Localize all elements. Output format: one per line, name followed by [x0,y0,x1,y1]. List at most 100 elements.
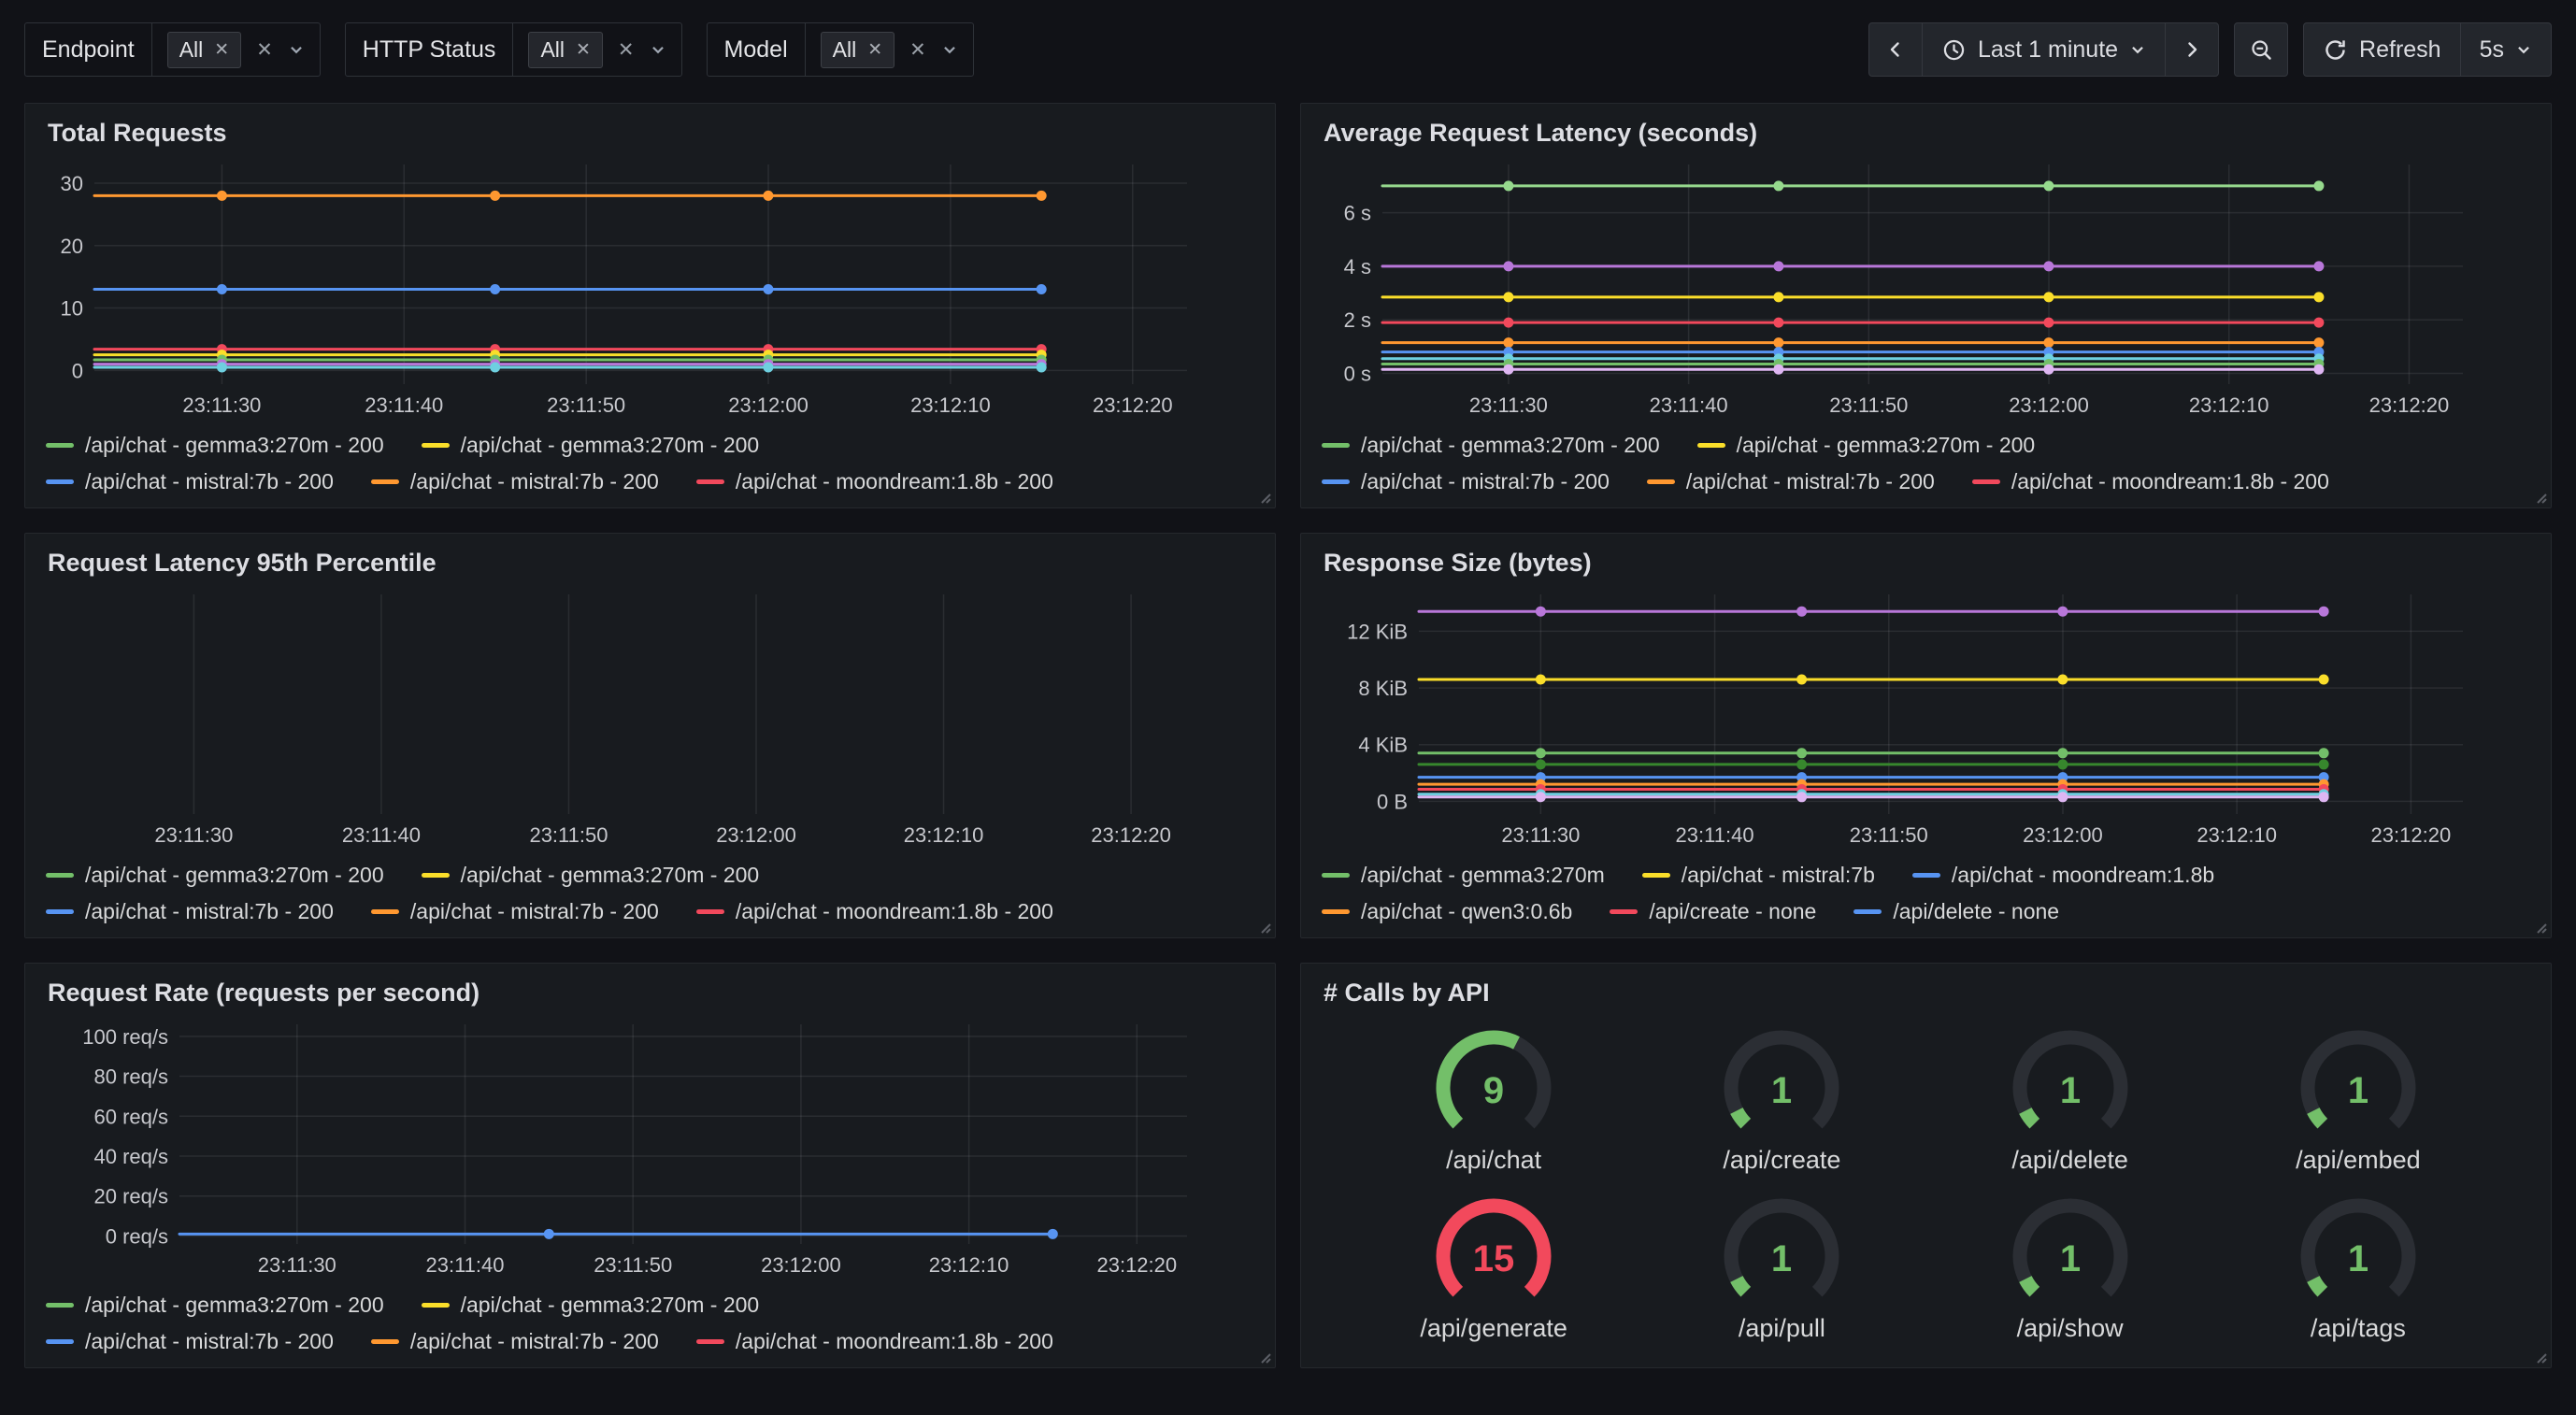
legend-item[interactable]: /api/chat - mistral:7b - 200 [1647,469,1935,494]
svg-text:23:11:40: 23:11:40 [342,823,421,847]
gauge-api-tags[interactable]: 1/api/tags [2279,1196,2438,1343]
clock-icon [1941,37,1967,63]
time-range-picker-button[interactable]: Last 1 minute [1922,22,2166,77]
filter-chip[interactable]: All✕ [528,32,602,68]
gauge-api-pull[interactable]: 1/api/pull [1702,1196,1861,1343]
filter-chip-label: All [179,37,204,63]
panel-resize-handle[interactable] [1255,918,1272,935]
filter-chip[interactable]: All ✕ [821,32,894,68]
refresh-button[interactable]: Refresh [2303,22,2461,77]
filter-value-box[interactable]: All✕✕ [512,23,680,76]
panel-title[interactable]: Average Request Latency (seconds) [1324,119,2530,148]
svg-text:0 req/s: 0 req/s [106,1224,168,1248]
legend-label: /api/chat - gemma3:270m - 200 [461,433,760,458]
panel-title[interactable]: # Calls by API [1324,979,2530,1008]
panel-resize-handle[interactable] [2531,1348,2548,1365]
legend-item[interactable]: /api/delete - none [1853,899,2059,924]
legend-item[interactable]: /api/chat - gemma3:270m - 200 [46,1293,384,1318]
legend-item[interactable]: /api/chat - mistral:7b - 200 [371,469,659,494]
legend-item[interactable]: /api/chat - moondream:1.8b - 200 [696,1329,1053,1354]
caret-down-icon[interactable] [941,41,958,58]
legend-item[interactable]: /api/chat - mistral:7b - 200 [46,1329,334,1354]
chip-remove-icon[interactable]: ✕ [576,41,591,59]
refresh-label: Refresh [2359,36,2441,64]
caret-down-icon[interactable] [650,41,666,58]
panel-title[interactable]: Total Requests [48,119,1254,148]
panel-resize-handle[interactable] [2531,488,2548,505]
legend-item[interactable]: /api/chat - gemma3:270m - 200 [1697,433,2036,458]
legend-item[interactable]: /api/chat - gemma3:270m - 200 [46,863,384,888]
legend-row: /api/chat - mistral:7b - 200/api/chat - … [46,1329,1254,1354]
gauge-api-delete[interactable]: 1/api/delete [1991,1028,2150,1175]
legend-swatch [1322,909,1350,914]
zoom-out-button[interactable] [2234,22,2288,77]
legend-item[interactable]: /api/chat - moondream:1.8b - 200 [696,469,1053,494]
gauge-api-show[interactable]: 1/api/show [1991,1196,2150,1343]
legend-item[interactable]: /api/chat - mistral:7b - 200 [371,1329,659,1354]
filter-clear-icon[interactable]: ✕ [618,40,635,60]
svg-text:60 req/s: 60 req/s [94,1105,169,1128]
filter-chip[interactable]: All ✕ [167,32,241,68]
legend-item[interactable]: /api/chat - mistral:7b - 200 [371,899,659,924]
gauge-arc: 1 [2279,1196,2438,1322]
legend-label: /api/chat - gemma3:270m - 200 [85,433,384,458]
refresh-interval-dropdown[interactable]: 5s [2460,22,2552,77]
panel-title[interactable]: Request Rate (requests per second) [48,979,1254,1008]
filter-clear-icon[interactable]: ✕ [909,40,926,60]
legend-item[interactable]: /api/chat - moondream:1.8b - 200 [1972,469,2329,494]
panel-title[interactable]: Request Latency 95th Percentile [48,549,1254,578]
legend-item[interactable]: /api/chat - gemma3:270m [1322,863,1605,888]
legend-item[interactable]: /api/chat - moondream:1.8b [1912,863,2214,888]
legend-item[interactable]: /api/chat - mistral:7b [1642,863,1875,888]
chip-remove-icon[interactable]: ✕ [214,41,229,59]
legend-item[interactable]: /api/chat - mistral:7b - 200 [46,469,334,494]
legend-item[interactable]: /api/chat - qwen3:0.6b [1322,899,1572,924]
filter-value-box[interactable]: All ✕ ✕ [151,23,320,76]
legend-label: /api/chat - gemma3:270m - 200 [1737,433,2036,458]
legend-item[interactable]: /api/chat - gemma3:270m - 200 [422,433,760,458]
legend-item[interactable]: /api/chat - mistral:7b - 200 [46,899,334,924]
filter-chip-label: All [833,37,857,63]
chart-area[interactable]: 23:11:3023:11:4023:11:5023:12:0023:12:10… [46,583,1254,851]
legend-row: /api/chat - gemma3:270m - 200/api/chat -… [46,433,1254,458]
timeseries-svg: 23:11:3023:11:4023:11:5023:12:0023:12:10… [46,583,1254,851]
legend-item[interactable]: /api/chat - gemma3:270m - 200 [1322,433,1660,458]
gauge-value: 1 [2060,1238,2081,1279]
filter-clear-icon[interactable]: ✕ [256,40,273,60]
legend-row: /api/chat - mistral:7b - 200/api/chat - … [46,469,1254,494]
legend-item[interactable]: /api/chat - moondream:1.8b - 200 [696,899,1053,924]
chip-remove-icon[interactable]: ✕ [867,41,882,59]
legend-item[interactable]: /api/chat - gemma3:270m - 200 [46,433,384,458]
svg-text:23:12:20: 23:12:20 [1093,393,1173,417]
panel-resize-handle[interactable] [2531,918,2548,935]
svg-text:23:12:00: 23:12:00 [728,393,809,417]
svg-text:23:11:50: 23:11:50 [1829,393,1908,417]
panel-resize-handle[interactable] [1255,488,1272,505]
gauge-api-chat[interactable]: 9/api/chat [1414,1028,1573,1175]
gauge-label: /api/chat [1446,1146,1541,1175]
caret-down-icon [2129,41,2146,58]
time-shift-forward-button[interactable] [2165,22,2219,77]
legend-swatch [422,1303,450,1308]
chart-area[interactable]: 0 req/s20 req/s40 req/s60 req/s80 req/s1… [46,1013,1254,1281]
filter-value-box[interactable]: All ✕ ✕ [805,23,973,76]
legend-label: /api/chat - mistral:7b - 200 [410,1329,659,1354]
legend-label: /api/chat - moondream:1.8b [1952,863,2214,888]
legend-item[interactable]: /api/chat - gemma3:270m - 200 [422,863,760,888]
legend-item[interactable]: /api/chat - mistral:7b - 200 [1322,469,1610,494]
chart-area[interactable]: 010203023:11:3023:11:4023:11:5023:12:002… [46,153,1254,422]
gauge-api-generate[interactable]: 15/api/generate [1414,1196,1573,1343]
panel-resize-handle[interactable] [1255,1348,1272,1365]
caret-down-icon[interactable] [288,41,305,58]
panel-request-rate-requests-per-second: Request Rate (requests per second) 0 req/… [24,963,1276,1368]
legend-label: /api/chat - mistral:7b - 200 [410,469,659,494]
gauge-api-create[interactable]: 1/api/create [1702,1028,1861,1175]
time-shift-back-button[interactable] [1868,22,1923,77]
svg-text:100 req/s: 100 req/s [82,1025,168,1049]
gauge-api-embed[interactable]: 1/api/embed [2279,1028,2438,1175]
legend-item[interactable]: /api/create - none [1610,899,1816,924]
panel-title[interactable]: Response Size (bytes) [1324,549,2530,578]
legend-item[interactable]: /api/chat - gemma3:270m - 200 [422,1293,760,1318]
chart-area[interactable]: 0 B4 KiB8 KiB12 KiB23:11:3023:11:4023:11… [1322,583,2530,851]
chart-area[interactable]: 0 s2 s4 s6 s23:11:3023:11:4023:11:5023:1… [1322,153,2530,422]
